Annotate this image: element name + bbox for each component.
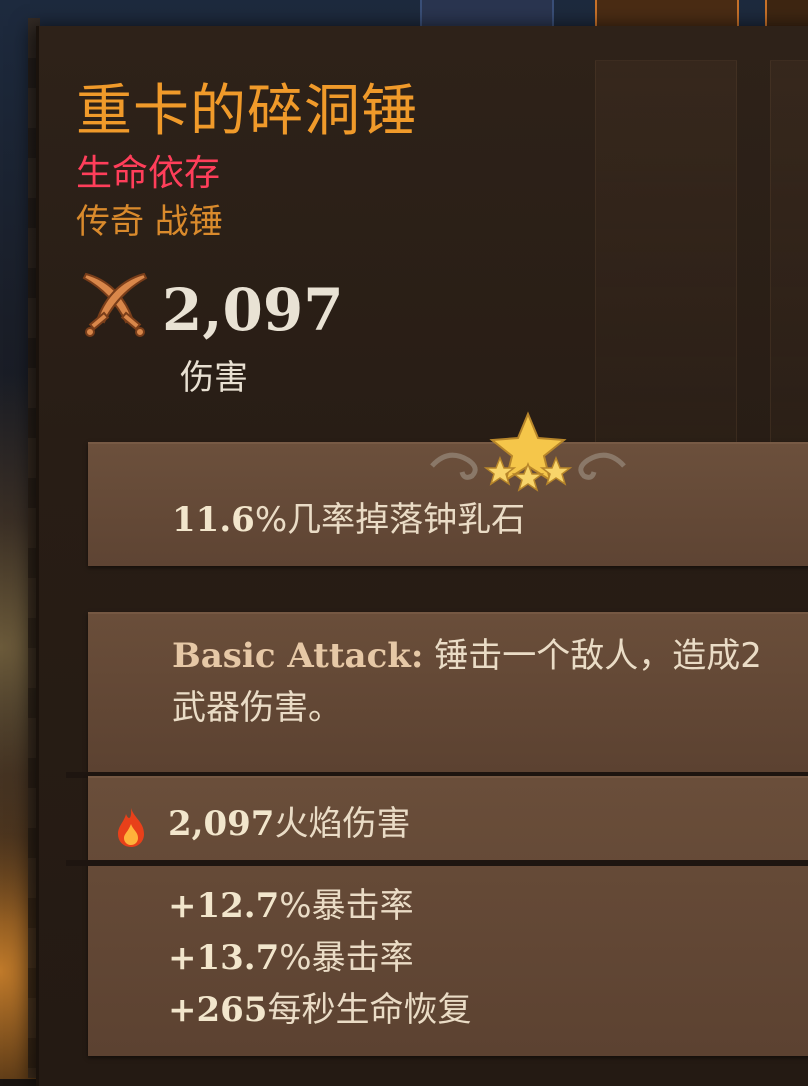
stat-label: %暴击率	[279, 886, 414, 926]
fire-icon	[118, 808, 144, 847]
crossed-swords-icon	[82, 272, 148, 337]
star-ornament-icon	[430, 411, 626, 492]
inventory-slot-ghost	[770, 60, 808, 502]
stat-value: +12.7	[168, 886, 280, 926]
skill-keyword: Basic Attack:	[172, 636, 424, 676]
fire-damage-line: 2,097火焰伤害	[168, 800, 410, 848]
stat-line: +13.7%暴击率	[168, 934, 414, 982]
skill-line-1: Basic Attack: 锤击一个敌人，造成2	[172, 632, 808, 680]
stat-line: +12.7%暴击率	[168, 882, 414, 930]
stat-label: 每秒生命恢复	[267, 990, 472, 1030]
skill-line-2: 武器伤害。	[172, 688, 342, 728]
stat-line: +265每秒生命恢复	[168, 986, 471, 1034]
affix-value: 11.6	[172, 500, 255, 540]
affix-text: %几率掉落钟乳石	[254, 500, 526, 540]
damage-label: 伤害	[180, 358, 248, 398]
stat-value: +13.7	[168, 938, 280, 978]
damage-value: 2,097	[162, 276, 344, 344]
fire-damage-value: 2,097	[168, 804, 275, 844]
section-divider	[66, 860, 808, 866]
skill-text-1: 锤击一个敌人，造成2	[423, 636, 762, 676]
stat-value: +265	[168, 990, 268, 1030]
fire-damage-label: 火焰伤害	[274, 804, 411, 844]
item-set-name: 生命依存	[76, 153, 221, 194]
item-rarity-type: 传奇 战锤	[76, 202, 223, 242]
item-name: 重卡的碎洞锤	[76, 79, 418, 144]
stat-label: %暴击率	[279, 938, 414, 978]
affix-line: 11.6%几率掉落钟乳石	[172, 496, 525, 544]
